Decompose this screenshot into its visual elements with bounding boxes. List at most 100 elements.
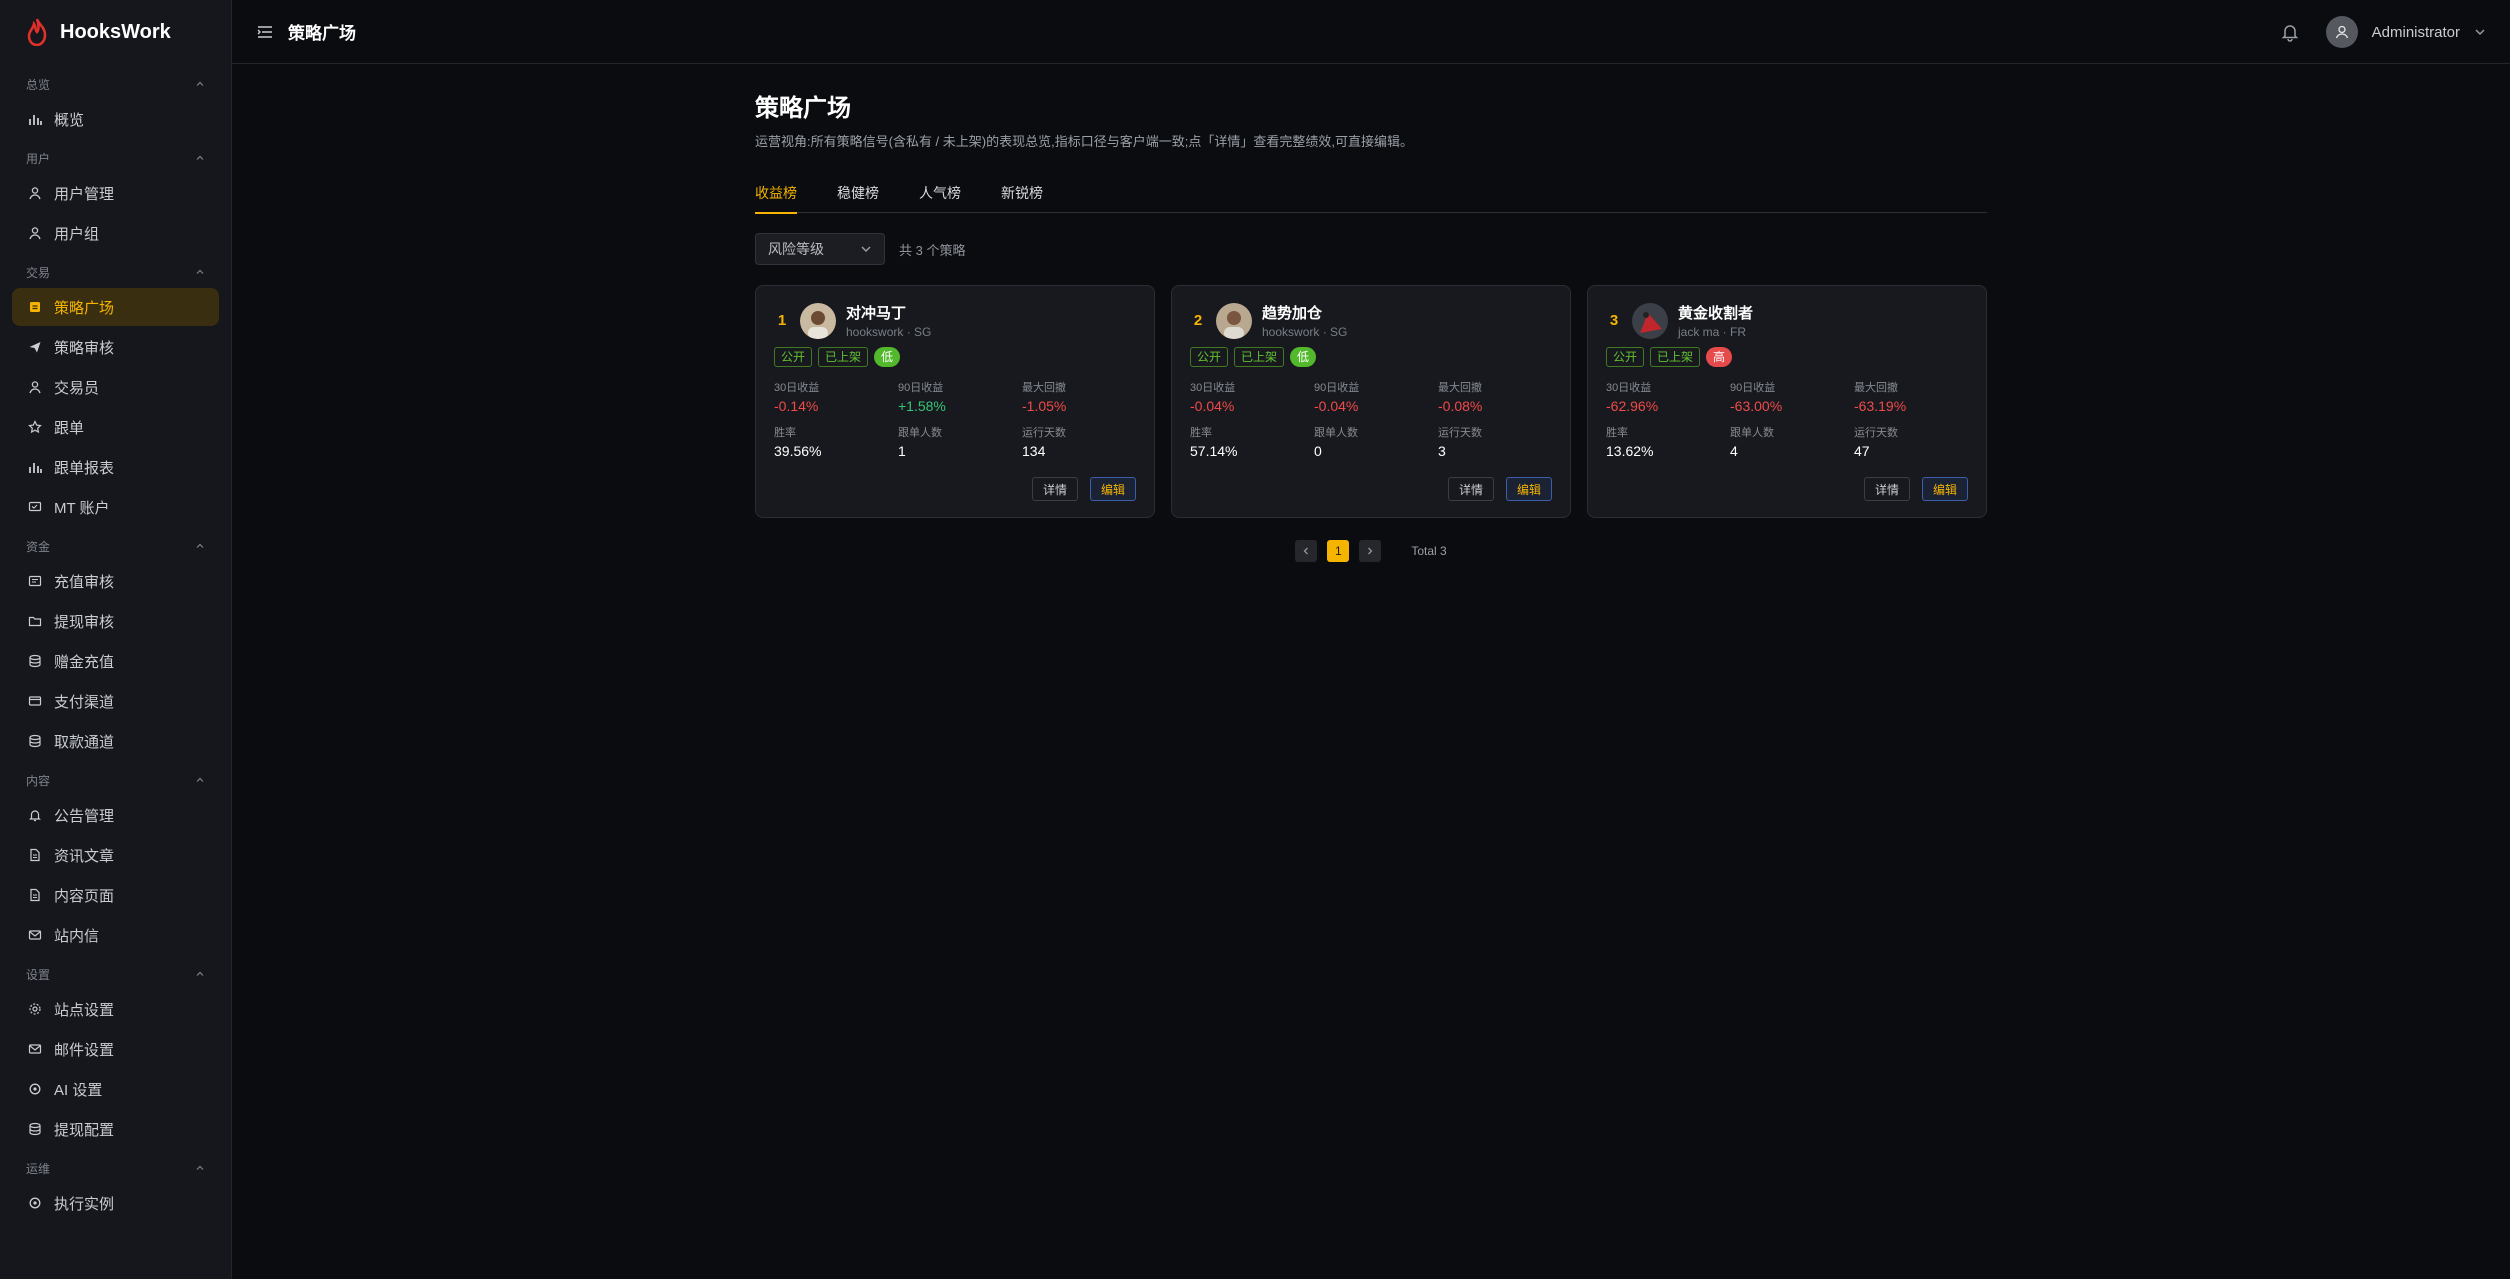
sidebar-item[interactable]: 充值审核 bbox=[12, 562, 219, 600]
metric-label: 最大回撤 bbox=[1854, 382, 1898, 394]
next-page-button[interactable] bbox=[1359, 540, 1382, 562]
sidebar-item[interactable]: 资讯文章 bbox=[12, 836, 219, 874]
strategy-name[interactable]: 趋势加仓 bbox=[1262, 302, 1347, 323]
avatar[interactable] bbox=[2325, 16, 2358, 48]
metric-value: 0 bbox=[1314, 443, 1322, 459]
sidebar-item[interactable]: 内容页面 bbox=[12, 876, 219, 914]
sidebar-item-label: 策略审核 bbox=[54, 339, 115, 357]
metric-value: -0.04% bbox=[1190, 398, 1235, 414]
status-badge: 已上架 bbox=[1650, 347, 1701, 367]
sidebar-item[interactable]: 站内信 bbox=[12, 916, 219, 954]
sidebar-item[interactable]: 提现审核 bbox=[12, 602, 219, 640]
sidebar-group-title[interactable]: 设置 bbox=[0, 960, 231, 988]
pagination: 1 Total 3 bbox=[755, 540, 1987, 562]
brand[interactable]: HooksWork bbox=[0, 0, 231, 64]
sidebar-item-label: 用户组 bbox=[54, 225, 100, 243]
sidebar-item-label: 跟单 bbox=[54, 419, 85, 437]
sidebar-item[interactable]: 赠金充值 bbox=[12, 642, 219, 680]
avatar bbox=[1632, 302, 1668, 339]
strategy-name[interactable]: 对冲马丁 bbox=[846, 302, 931, 323]
sidebar-group-label: 内容 bbox=[26, 773, 51, 788]
sidebar-group-title[interactable]: 资金 bbox=[0, 532, 231, 560]
sidebar-item[interactable]: 策略审核 bbox=[12, 328, 219, 366]
sidebar-item[interactable]: 用户管理 bbox=[12, 174, 219, 212]
metric-r90: 90日收益 +1.58% bbox=[898, 379, 1022, 414]
sidebar-item-label: MT 账户 bbox=[54, 499, 110, 517]
metric-label: 30日收益 bbox=[1190, 382, 1236, 394]
strategy-card[interactable]: 3 黄金收割者 jack ma · FR 公开 已上架 高 30日收益 -62.9… bbox=[1587, 285, 1987, 518]
tab[interactable]: 人气榜 bbox=[919, 180, 961, 213]
chevron-up-icon bbox=[196, 543, 204, 548]
sidebar-item[interactable]: 支付渠道 bbox=[12, 682, 219, 720]
metric-r90: 90日收益 -63.00% bbox=[1730, 379, 1854, 414]
status-badge: 公开 bbox=[774, 347, 813, 367]
pagination-total: Total 3 bbox=[1411, 544, 1447, 558]
chevron-down-icon[interactable] bbox=[2474, 26, 2486, 38]
header-title: 策略广场 bbox=[288, 24, 356, 43]
strategy-name[interactable]: 黄金收割者 bbox=[1678, 302, 1753, 323]
metric-label: 30日收益 bbox=[774, 382, 820, 394]
flame-logo-icon bbox=[27, 18, 47, 46]
metric-r30: 30日收益 -0.04% bbox=[1190, 379, 1314, 414]
sidebar-item[interactable]: 跟单报表 bbox=[12, 448, 219, 486]
strategy-card[interactable]: 2 趋势加仓 hookswork · SG 公开 已上架 低 30日收益 -0.0… bbox=[1171, 285, 1571, 518]
strategy-card[interactable]: 1 对冲马丁 hookswork · SG 公开 已上架 低 30日收益 -0.1… bbox=[755, 285, 1155, 518]
tag-list: 公开 已上架 低 bbox=[1190, 347, 1552, 367]
sidebar-item[interactable]: 策略广场 bbox=[12, 288, 219, 326]
edit-button[interactable]: 编辑 bbox=[1089, 477, 1136, 501]
sidebar-item-label: 赠金充值 bbox=[54, 653, 115, 671]
sidebar-group-title[interactable]: 内容 bbox=[0, 766, 231, 794]
sidebar-group-title[interactable]: 交易 bbox=[0, 258, 231, 286]
menu-icon[interactable] bbox=[256, 23, 274, 41]
metric-label: 运行天数 bbox=[1438, 427, 1482, 439]
sidebar-item[interactable]: 公告管理 bbox=[12, 796, 219, 834]
detail-button[interactable]: 详情 bbox=[1863, 477, 1910, 501]
edit-button[interactable]: 编辑 bbox=[1921, 477, 1968, 501]
metrics-grid: 30日收益 -0.14% 90日收益 +1.58% 最大回撤 -1.05% 胜率… bbox=[774, 379, 1136, 459]
sidebar-item[interactable]: 执行实例 bbox=[12, 1184, 219, 1222]
document-icon bbox=[30, 888, 40, 902]
detail-button[interactable]: 详情 bbox=[1447, 477, 1494, 501]
sidebar-item[interactable]: 交易员 bbox=[12, 368, 219, 406]
metric-days: 运行天数 134 bbox=[1022, 424, 1146, 459]
sidebar-group-title[interactable]: 运维 bbox=[0, 1154, 231, 1182]
sidebar-item[interactable]: 用户组 bbox=[12, 214, 219, 252]
sidebar-item-label: 执行实例 bbox=[54, 1195, 115, 1213]
metric-value: -0.04% bbox=[1314, 398, 1359, 414]
prev-page-button[interactable] bbox=[1295, 540, 1318, 562]
bell-icon bbox=[29, 810, 41, 822]
tab[interactable]: 稳健榜 bbox=[837, 180, 879, 213]
sidebar-item[interactable]: 取款通道 bbox=[12, 722, 219, 760]
sidebar-item[interactable]: 提现配置 bbox=[12, 1110, 219, 1148]
chevron-right-icon bbox=[1368, 547, 1373, 555]
risk-level-select[interactable]: 风险等级 bbox=[755, 233, 885, 265]
card-header: 2 趋势加仓 hookswork · SG bbox=[1190, 302, 1552, 339]
sidebar-item[interactable]: 概览 bbox=[12, 100, 219, 138]
metric-label: 30日收益 bbox=[1606, 382, 1652, 394]
sidebar-group-title[interactable]: 总览 bbox=[0, 70, 231, 98]
tag-list: 公开 已上架 低 bbox=[774, 347, 1136, 367]
bell-icon[interactable] bbox=[2280, 22, 2300, 42]
sidebar-item-label: 公告管理 bbox=[54, 807, 115, 825]
strategy-count: 共 3 个策略 bbox=[899, 242, 966, 258]
detail-button[interactable]: 详情 bbox=[1031, 477, 1078, 501]
metric-value: +1.58% bbox=[898, 398, 946, 414]
sidebar-item-label: 用户管理 bbox=[54, 185, 115, 203]
sidebar-item[interactable]: 邮件设置 bbox=[12, 1030, 219, 1068]
main-content: 策略广场 运营视角:所有策略信号(含私有 / 未上架)的表现总览,指标口径与客户… bbox=[755, 88, 1987, 562]
sidebar-item[interactable]: 跟单 bbox=[12, 408, 219, 446]
tab[interactable]: 收益榜 bbox=[755, 180, 797, 214]
sidebar-group-title[interactable]: 用户 bbox=[0, 144, 231, 172]
page-button-current[interactable]: 1 bbox=[1327, 540, 1350, 562]
user-icon bbox=[2335, 25, 2348, 39]
sidebar-item-label: 概览 bbox=[54, 111, 85, 129]
topbar: 策略广场 Administrator bbox=[232, 0, 2510, 64]
user-name[interactable]: Administrator bbox=[2372, 24, 2460, 41]
circle-icon bbox=[29, 1197, 41, 1209]
sidebar-item[interactable]: AI 设置 bbox=[12, 1070, 219, 1108]
sidebar-item[interactable]: 站点设置 bbox=[12, 990, 219, 1028]
edit-button[interactable]: 编辑 bbox=[1505, 477, 1552, 501]
sidebar-item[interactable]: MT 账户 bbox=[12, 488, 219, 526]
tab[interactable]: 新锐榜 bbox=[1001, 180, 1043, 213]
sidebar-item-label: 邮件设置 bbox=[54, 1041, 115, 1059]
